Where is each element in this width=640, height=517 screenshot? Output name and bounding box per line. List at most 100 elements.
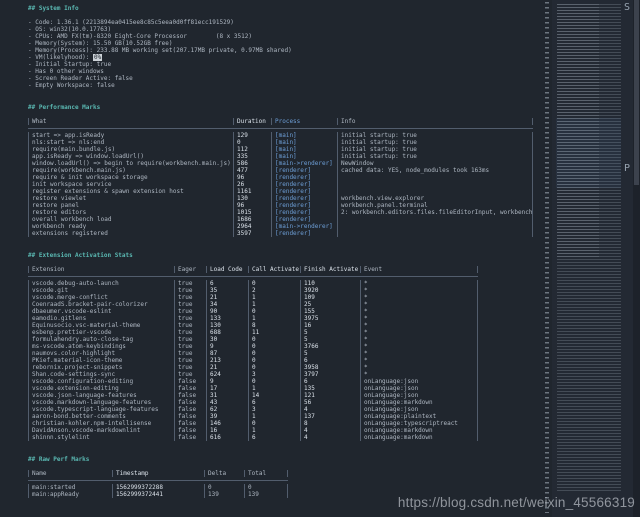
table-cell: initial startup: true [337,146,533,153]
table-cell: 96 [233,174,271,181]
table-cell: 6 [300,357,360,364]
table-cell: main:started [28,484,112,491]
table-cell: 133 [206,315,248,322]
table-row: vscode.typescript-language-features false… [28,406,478,413]
table-cell: true [174,350,206,357]
table-cell: true [174,301,206,308]
table-cell: 1 [248,294,300,301]
system-info-item: - Memory(Process): 233.88 MB working set… [28,47,292,54]
table-cell: 62 [206,406,248,413]
table-cell: 96 [233,202,271,209]
table-cell: 1 [248,385,300,392]
table-cell: 121 [300,392,360,399]
scrollbar[interactable] [633,0,640,517]
table-cell: require(main.bundle.js) [28,146,233,153]
system-info-item: - Code: 1.36.1 (2213894ea0415ee8c85c5eea… [28,19,234,26]
table-cell: vscode.merge-conflict [28,294,174,301]
table-cell: 0 [248,357,300,364]
table-cell: 155 [300,308,360,315]
table-cell: 0 [248,336,300,343]
table-cell: 3766 [300,343,360,350]
table-cell: vscode.git [28,287,174,294]
table-cell: [main->renderer] [271,160,337,167]
table-cell: onLanguage:json [360,406,478,413]
editor-pane[interactable]: ## System Info - Code: 1.36.1 (2213894ea… [0,0,640,517]
table-cell: Call Activate [248,266,300,273]
table-row: restore viewlet 130 [renderer] workbench.vi… [28,195,533,202]
table-cell: aaron-bond.better-comments [28,413,174,420]
table-cell [337,223,533,230]
table-row: shinnn.stylelint false 616 6 4 onLanguage:mar… [28,434,478,441]
table-cell: Finish Activate [300,266,360,273]
table-cell: false [174,420,206,427]
table-cell: app.isReady => window.loadUrl() [28,153,233,160]
table-row: ms-vscode.atom-keybindings true 9 0 3766 * [28,343,478,350]
table-cell: [renderer] [271,209,337,216]
table-cell: 90 [206,308,248,315]
table-cell: 8 [300,420,360,427]
table-cell: Extension [28,266,174,273]
table-cell: * [360,343,478,350]
table-cell: 624 [206,371,248,378]
table-cell: * [360,350,478,357]
table-row: vscode.git true 35 2 3920 * [28,287,478,294]
table-cell: false [174,413,206,420]
table-row: vscode.configuration-editing false 9 0 6 onLa… [28,378,478,385]
table-cell: 0 [204,484,244,491]
table-cell: 16 [206,427,248,434]
table-row: naumovs.color-highlight true 87 0 5 * [28,350,478,357]
table-cell: 586 [233,160,271,167]
table-cell: [renderer] [271,188,337,195]
table-cell: Timestamp [112,470,204,477]
minimap[interactable]: S P [552,0,633,517]
table-cell: vscode.markdown-language-features [28,399,174,406]
table-cell: 31 [206,392,248,399]
table-cell: main:appReady [28,491,112,498]
table-cell: false [174,378,206,385]
table-cell: [main] [271,132,337,139]
table-cell: workbench.view.explorer [337,195,533,202]
table-cell: onLanguage:json [360,392,478,399]
table-cell: [renderer] [271,174,337,181]
table-cell: * [360,371,478,378]
table-separator [28,273,478,280]
table-row: overall workbench load 1686 [renderer] [28,216,533,223]
table-cell: [renderer] [271,230,337,237]
table-row: nls:start => nls:end 0 [main] initial start… [28,139,533,146]
table-cell: [renderer] [271,195,337,202]
table-cell: false [174,385,206,392]
table-cell: [renderer] [271,181,337,188]
table-cell: * [360,287,478,294]
table-cell: 139 [244,491,288,498]
editor-content[interactable]: ## System Info - Code: 1.36.1 (2213894ea… [28,5,542,498]
table-cell: 4 [300,427,360,434]
table-cell: onLanguage:plaintext [360,413,478,420]
table-header-row: What Duration Process Info [28,118,533,125]
table-cell: window.loadUrl() => begin to require(wor… [28,160,233,167]
table-cell: nls:start => nls:end [28,139,233,146]
table-row: restore editors 1015 [renderer] 2: workbenc… [28,209,533,216]
table-cell: onLanguage:json [360,385,478,392]
table-cell: 21 [206,294,248,301]
table-cell: restore editors [28,209,233,216]
scrollbar-thumb[interactable] [634,0,639,185]
table-cell: 0 [248,350,300,357]
table-cell: 43 [206,399,248,406]
table-row: vscode.json-language-features false 31 14 12… [28,392,478,399]
table-row: start => app.isReady 129 [main] initial sta… [28,132,533,139]
table-cell: onLanguage:markdown [360,427,478,434]
table-cell: 135 [300,385,360,392]
table-row: window.loadUrl() => begin to require(wor… [28,160,533,167]
table-cell: require & init workspace storage [28,174,233,181]
table-cell: 6 [248,399,300,406]
table-cell: Duration [233,118,271,125]
table-cell: true [174,322,206,329]
table-cell: 1 [248,301,300,308]
table-cell: start => app.isReady [28,132,233,139]
system-info-item: - Has 0 other windows [28,68,104,75]
table-cell: true [174,280,206,287]
table-cell: 3920 [300,287,360,294]
table-row: vscode.debug-auto-launch true 6 0 110 * [28,280,478,287]
table-cell: false [174,399,206,406]
table-cell: onLanguage:markdown [360,399,478,406]
